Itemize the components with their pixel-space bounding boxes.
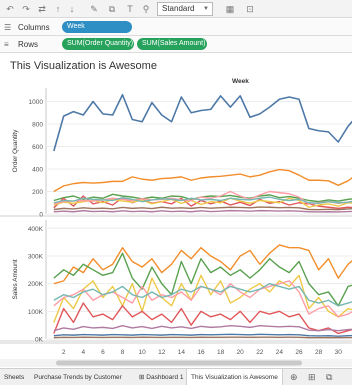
y-tick-label: 100K [28, 309, 44, 316]
columns-pill-week[interactable]: Week [62, 21, 132, 33]
highlight-icon[interactable]: ✎ [88, 3, 100, 15]
undo-icon[interactable]: ↶ [4, 3, 16, 15]
clip-icon[interactable]: ⧉ [106, 3, 118, 15]
fit-dropdown-value: Standard [162, 4, 195, 13]
y-tick-label: 300K [28, 253, 44, 260]
x-tick-label: 8 [121, 349, 125, 356]
y-tick-label: 400 [32, 167, 43, 174]
series-line-0 [53, 93, 352, 152]
y-tick-label: 600 [32, 144, 43, 151]
series-line-8 [53, 206, 352, 211]
rows-pill-sales-amount[interactable]: SUM(Sales Amount) [137, 38, 207, 50]
y-tick-label: 200 [32, 189, 43, 196]
label-icon[interactable]: T [124, 3, 136, 15]
tab-sheets[interactable]: Sheets [0, 369, 28, 385]
x-tick-label: 24 [276, 349, 284, 356]
chevron-down-icon: ▼ [203, 6, 209, 12]
series-line-7 [53, 333, 352, 337]
x-tick-label: 26 [295, 349, 303, 356]
x-tick-label: 30 [335, 349, 343, 356]
columns-shelf-label: Columns [18, 23, 50, 32]
y-tick-label: 200K [28, 281, 44, 288]
columns-shelf: ☰ Columns Week [0, 19, 352, 36]
y-tick-label: 0 [39, 212, 43, 219]
x-tick-label: 16 [197, 349, 205, 356]
x-tick-label: 2 [62, 349, 66, 356]
sheet-tabs-bar: Sheets Purchase Trends by Customer ⊞ Das… [0, 368, 352, 385]
x-tick-label: 22 [256, 349, 264, 356]
rows-shelf-label: Rows [18, 40, 39, 49]
x-tick-label: 10 [138, 349, 146, 356]
tab-dashboard-1[interactable]: ⊞ Dashboard 1 [135, 369, 188, 385]
series-line-1 [53, 168, 352, 193]
viz-title: This Visualization is Awesome [10, 60, 157, 72]
x-tick-label: 12 [158, 349, 166, 356]
sort-ascending-icon[interactable]: ↑ [52, 3, 64, 15]
fit-dropdown[interactable]: Standard ▼ [157, 2, 213, 16]
new-dashboard-icon[interactable]: ⊞ [308, 372, 316, 382]
redo-icon[interactable]: ↷ [20, 3, 32, 15]
toolbar: ↶ ↷ ⇄ ↑ ↓ ✎ ⧉ T ⚲ Standard ▼ ▦ ⊡ [0, 0, 352, 18]
tab-purchase-trends-by-customer[interactable]: Purchase Trends by Customer [30, 369, 126, 385]
y-axis-title: Sales Amount [12, 259, 19, 299]
x-tick-label: 4 [81, 349, 85, 356]
chart-area: 0 200 400 600 800 1000 Order Quantity 0K 100K 200… [0, 88, 352, 367]
x-tick-label: 28 [315, 349, 323, 356]
show-me-icon[interactable]: ▦ [224, 3, 236, 15]
swap-icon[interactable]: ⇄ [36, 3, 48, 15]
x-tick-label: 18 [217, 349, 225, 356]
columns-shelf-icon: ☰ [4, 23, 12, 32]
y-tick-label: 1000 [29, 99, 44, 106]
rows-shelf: ≡ Rows SUM(Order Quantity) SUM(Sales Amo… [0, 36, 352, 53]
x-tick-label: 14 [178, 349, 186, 356]
rows-pill-order-quantity[interactable]: SUM(Order Quantity) [62, 38, 134, 50]
y-tick-label: 0K [35, 337, 44, 344]
horizontal-scrollbar-thumb[interactable] [56, 360, 302, 366]
tab-this-visualization-is-awesome[interactable]: This Visualization is Awesome [186, 369, 283, 385]
series-line-7 [53, 209, 352, 213]
rows-shelf-icon: ≡ [4, 40, 9, 49]
tab-dashboard-1-label: Dashboard 1 [146, 374, 184, 381]
presentation-icon[interactable]: ⊡ [244, 3, 256, 15]
x-tick-label: 6 [101, 349, 105, 356]
new-story-icon[interactable]: ⧉ [326, 372, 332, 382]
new-worksheet-icon[interactable]: ⊕ [290, 372, 298, 382]
y-tick-label: 800 [32, 122, 43, 129]
y-axis-title: Order Quantity [12, 129, 19, 172]
pin-icon[interactable]: ⚲ [140, 3, 152, 15]
x-tick-label: 20 [237, 349, 245, 356]
y-tick-label: 400K [28, 226, 44, 233]
sort-descending-icon[interactable]: ↓ [66, 3, 78, 15]
